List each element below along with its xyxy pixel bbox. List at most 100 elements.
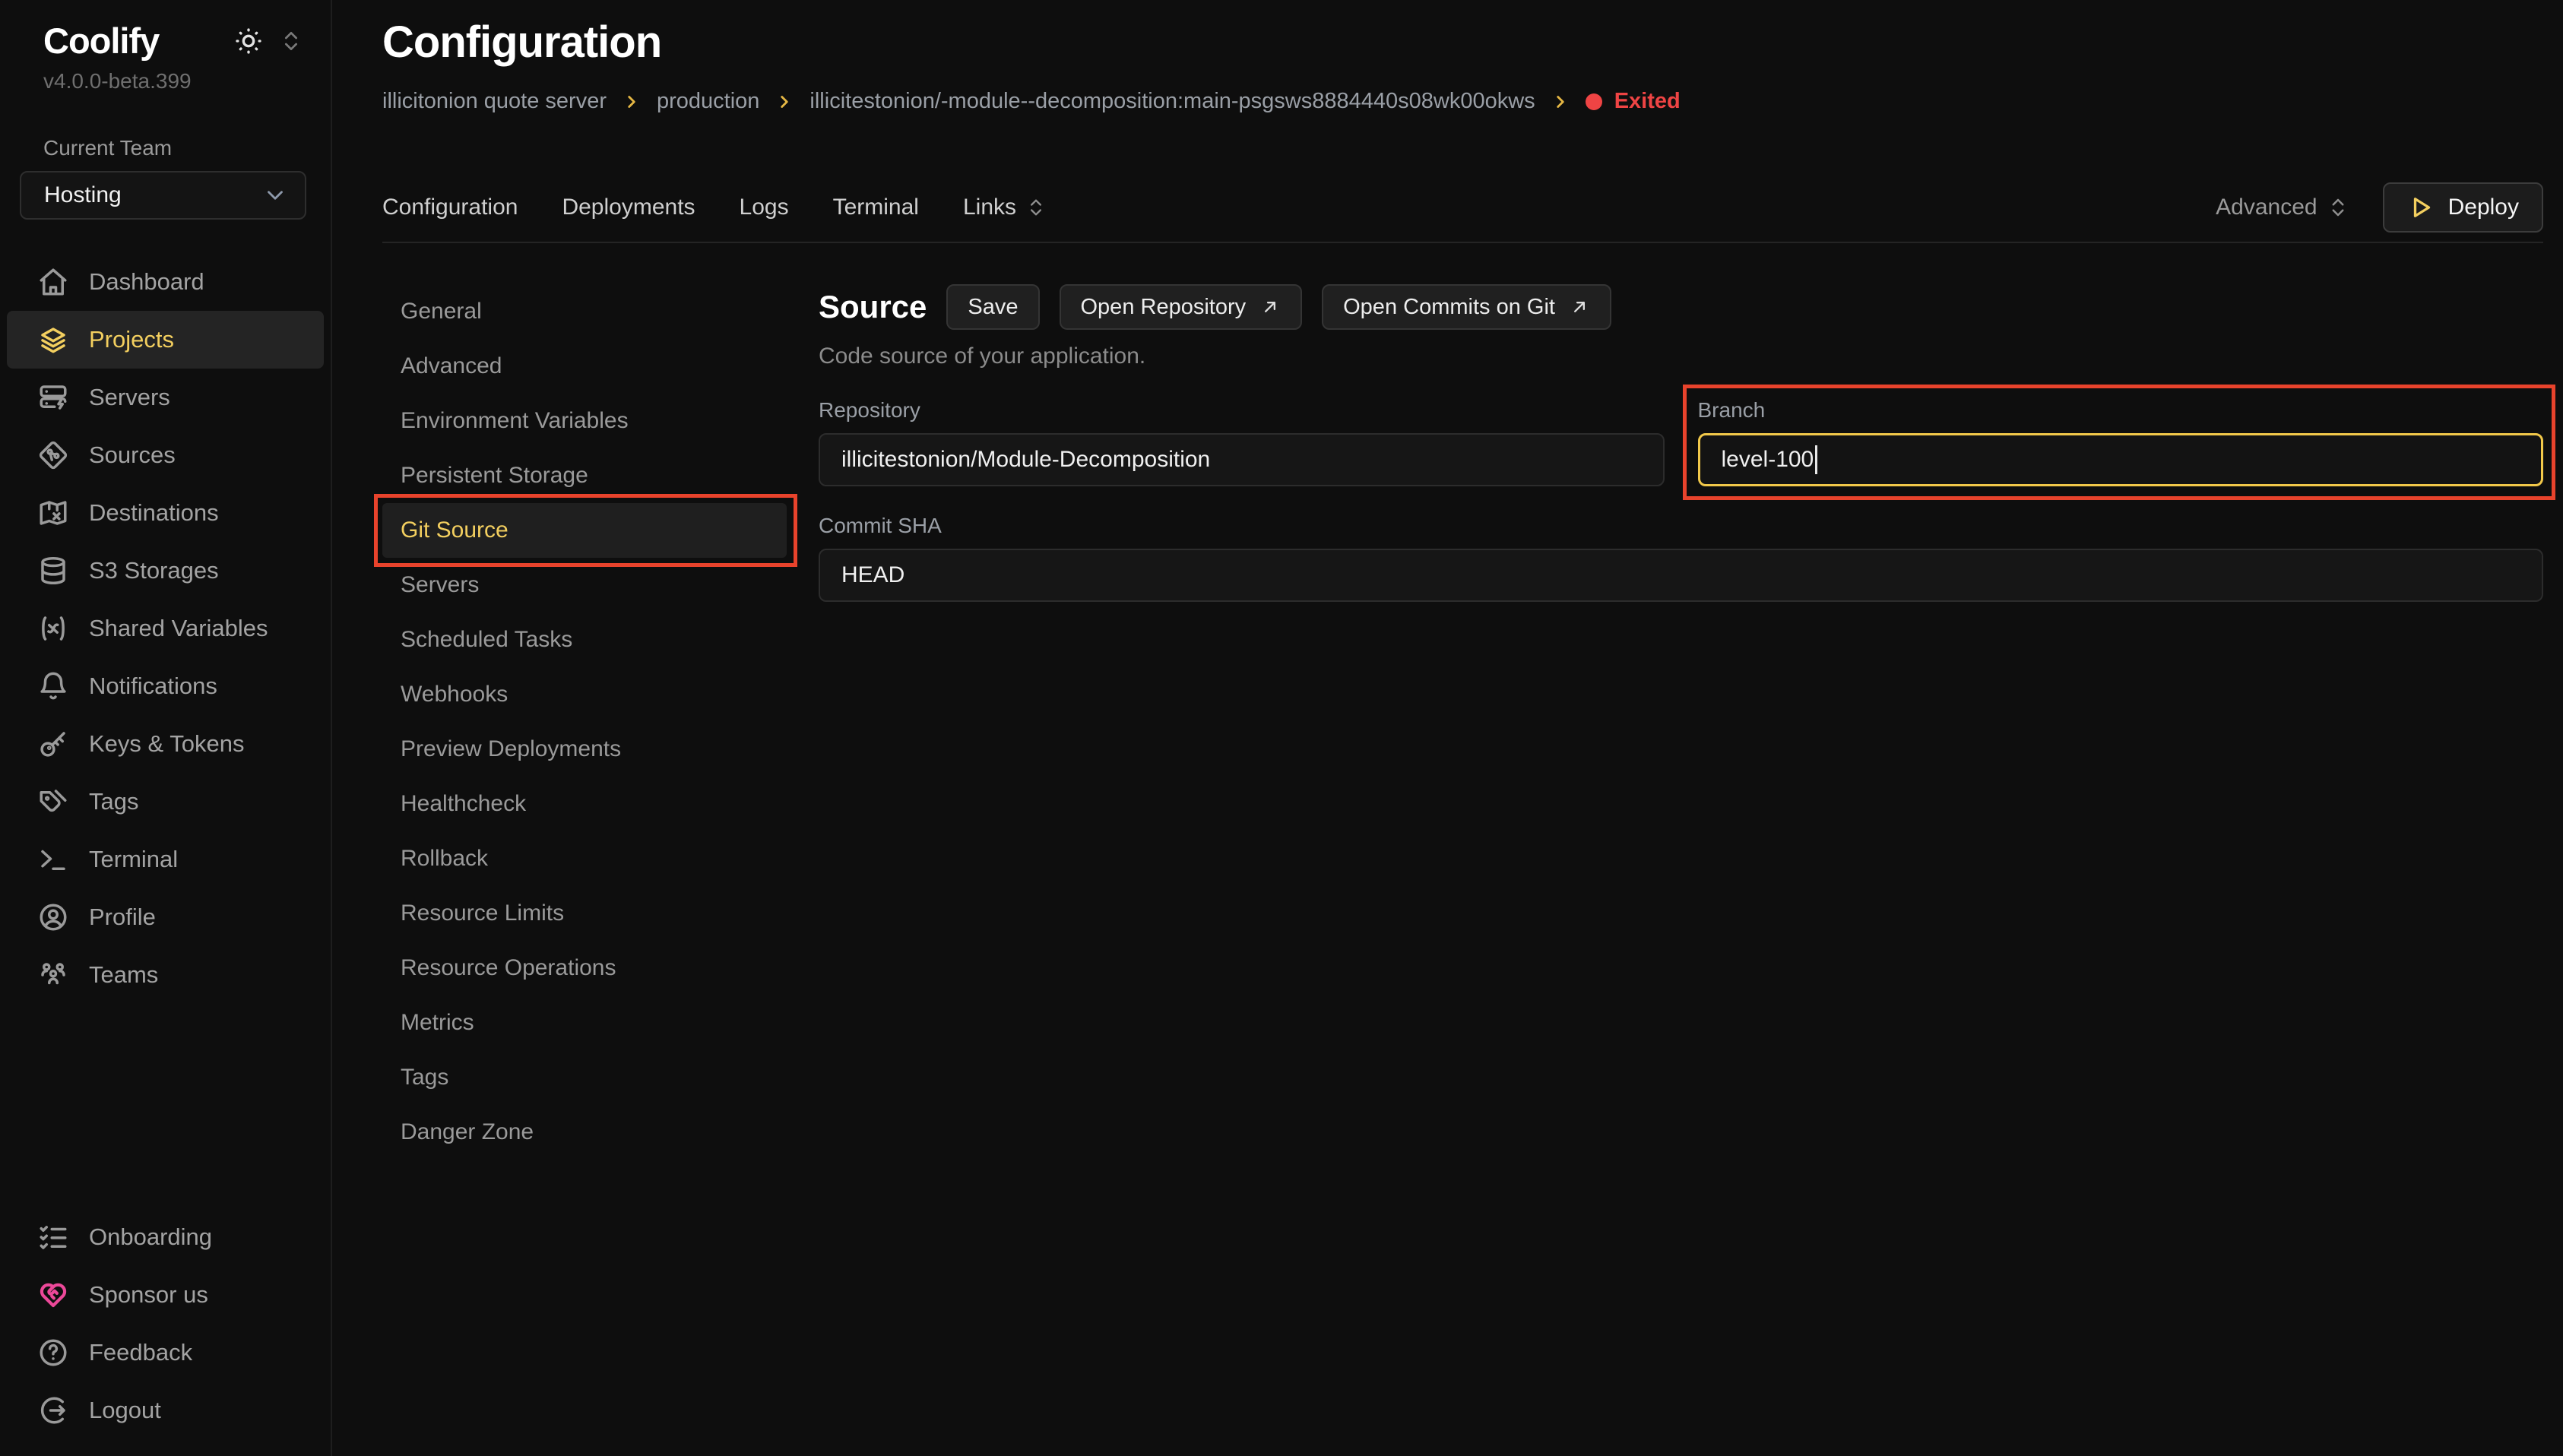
sidebar-item-label: Onboarding bbox=[89, 1223, 212, 1251]
sidebar-item-destinations[interactable]: Destinations bbox=[7, 484, 324, 542]
deploy-label: Deploy bbox=[2448, 195, 2519, 220]
subnav-item-resource-operations[interactable]: Resource Operations bbox=[382, 941, 787, 995]
commit-sha-label: Commit SHA bbox=[819, 514, 2543, 538]
sidebar-item-notifications[interactable]: Notifications bbox=[7, 657, 324, 715]
subnav-item-git-source[interactable]: Git Source bbox=[382, 503, 787, 558]
subnav-item-tags[interactable]: Tags bbox=[382, 1050, 787, 1105]
deploy-button[interactable]: Deploy bbox=[2383, 182, 2543, 233]
sidebar-item-label: Notifications bbox=[89, 673, 217, 700]
advanced-toggle[interactable]: Advanced bbox=[2216, 195, 2349, 220]
save-button[interactable]: Save bbox=[946, 284, 1039, 330]
sidebar-item-keys-tokens[interactable]: Keys & Tokens bbox=[7, 715, 324, 773]
theme-sun-icon[interactable] bbox=[233, 26, 264, 56]
open-repository-label: Open Repository bbox=[1081, 295, 1247, 320]
status-dot-icon bbox=[1586, 93, 1602, 110]
sidebar-item-projects[interactable]: Projects bbox=[7, 311, 324, 369]
sidebar-item-sponsor-us[interactable]: Sponsor us bbox=[7, 1266, 324, 1324]
repository-input[interactable] bbox=[819, 433, 1665, 486]
tab-links[interactable]: Links bbox=[963, 195, 1047, 220]
subnav-item-scheduled-tasks[interactable]: Scheduled Tasks bbox=[382, 612, 787, 667]
open-commits-button[interactable]: Open Commits on Git bbox=[1322, 284, 1611, 330]
subnav-item-metrics[interactable]: Metrics bbox=[382, 995, 787, 1050]
layers-icon bbox=[37, 324, 69, 356]
logout-icon bbox=[37, 1394, 69, 1426]
subnav-item-resource-limits[interactable]: Resource Limits bbox=[382, 886, 787, 941]
terminal-icon bbox=[37, 844, 69, 875]
team-select-value: Hosting bbox=[44, 182, 122, 208]
sidebar-item-tags[interactable]: Tags bbox=[7, 773, 324, 831]
database-icon bbox=[37, 555, 69, 587]
status-text: Exited bbox=[1614, 89, 1681, 114]
sidebar-item-label: Shared Variables bbox=[89, 615, 268, 642]
subnav-item-advanced[interactable]: Advanced bbox=[382, 339, 787, 394]
sidebar-item-feedback[interactable]: Feedback bbox=[7, 1324, 324, 1382]
tab-deployments[interactable]: Deployments bbox=[562, 195, 695, 220]
breadcrumb-chevron-icon bbox=[775, 92, 794, 112]
main-content: Configuration illicitonion quote server … bbox=[334, 17, 2563, 1160]
breadcrumb-chevron-icon bbox=[622, 92, 642, 112]
tab-terminal[interactable]: Terminal bbox=[833, 195, 919, 220]
sidebar-item-profile[interactable]: Profile bbox=[7, 888, 324, 946]
sidebar-item-label: Feedback bbox=[89, 1339, 192, 1366]
sidebar-item-label: Logout bbox=[89, 1397, 161, 1424]
sidebar-item-label: Keys & Tokens bbox=[89, 730, 244, 758]
theme-selector-chevrons-icon[interactable] bbox=[279, 29, 303, 53]
sidebar-item-sources[interactable]: Sources bbox=[7, 426, 324, 484]
config-subnav: General Advanced Environment Variables P… bbox=[382, 284, 787, 1160]
commit-sha-field-group: Commit SHA bbox=[819, 514, 2543, 602]
subnav-item-rollback[interactable]: Rollback bbox=[382, 831, 787, 886]
teams-icon bbox=[37, 959, 69, 991]
page-title: Configuration bbox=[382, 17, 2543, 68]
sidebar-item-label: Tags bbox=[89, 788, 138, 815]
commit-sha-input[interactable] bbox=[819, 549, 2543, 602]
app-version: v4.0.0-beta.399 bbox=[0, 69, 331, 93]
profile-icon bbox=[37, 901, 69, 933]
sidebar-item-terminal[interactable]: Terminal bbox=[7, 831, 324, 888]
branch-field-group: Branch level-100 bbox=[1698, 398, 2544, 486]
subnav-item-persistent-storage[interactable]: Persistent Storage bbox=[382, 448, 787, 503]
text-cursor bbox=[1815, 445, 1817, 474]
sidebar-item-teams[interactable]: Teams bbox=[7, 946, 324, 1004]
breadcrumb-project[interactable]: illicitonion quote server bbox=[382, 89, 607, 114]
subnav-item-environment-variables[interactable]: Environment Variables bbox=[382, 394, 787, 448]
breadcrumb-resource[interactable]: illicitestonion/-module--decomposition:m… bbox=[809, 89, 1535, 114]
open-repository-button[interactable]: Open Repository bbox=[1060, 284, 1303, 330]
tab-logs[interactable]: Logs bbox=[740, 195, 789, 220]
checklist-icon bbox=[37, 1221, 69, 1253]
subnav-item-preview-deployments[interactable]: Preview Deployments bbox=[382, 722, 787, 777]
current-team-label: Current Team bbox=[0, 136, 331, 160]
sidebar: Coolify v4.0.0-beta.399 Current Team Hos… bbox=[0, 0, 332, 1456]
sidebar-footer-nav: Onboarding Sponsor us Feedback Logout bbox=[0, 1208, 331, 1439]
sidebar-item-logout[interactable]: Logout bbox=[7, 1382, 324, 1439]
sidebar-item-label: Dashboard bbox=[89, 268, 204, 296]
subnav-item-danger-zone[interactable]: Danger Zone bbox=[382, 1105, 787, 1160]
subnav-item-healthcheck[interactable]: Healthcheck bbox=[382, 777, 787, 831]
sidebar-item-s3-storages[interactable]: S3 Storages bbox=[7, 542, 324, 600]
subnav-item-webhooks[interactable]: Webhooks bbox=[382, 667, 787, 722]
sidebar-item-servers[interactable]: Servers bbox=[7, 369, 324, 426]
sidebar-nav: Dashboard Projects Servers Sources bbox=[0, 253, 331, 1004]
app-logo: Coolify bbox=[43, 20, 159, 62]
sidebar-item-shared-variables[interactable]: Shared Variables bbox=[7, 600, 324, 657]
subnav-item-servers[interactable]: Servers bbox=[382, 558, 787, 612]
sidebar-item-label: Sources bbox=[89, 442, 176, 469]
external-link-icon bbox=[1259, 296, 1281, 318]
repository-label: Repository bbox=[819, 398, 1665, 423]
branch-label: Branch bbox=[1698, 398, 2544, 423]
tab-configuration[interactable]: Configuration bbox=[382, 195, 518, 220]
branch-value: level-100 bbox=[1722, 447, 1814, 473]
sidebar-item-onboarding[interactable]: Onboarding bbox=[7, 1208, 324, 1266]
team-select[interactable]: Hosting bbox=[20, 171, 306, 220]
breadcrumb-environment[interactable]: production bbox=[657, 89, 759, 114]
subnav-item-label: Git Source bbox=[401, 518, 508, 543]
subnav-item-general[interactable]: General bbox=[382, 284, 787, 339]
branch-input[interactable]: level-100 bbox=[1698, 433, 2544, 486]
sidebar-item-dashboard[interactable]: Dashboard bbox=[7, 253, 324, 311]
breadcrumb: illicitonion quote server production ill… bbox=[382, 89, 2543, 114]
tags-icon bbox=[37, 786, 69, 818]
home-icon bbox=[37, 266, 69, 298]
git-source-panel: Source Save Open Repository Open Commits… bbox=[819, 284, 2543, 1160]
sidebar-item-label: Destinations bbox=[89, 499, 219, 527]
chevron-down-icon bbox=[262, 182, 288, 208]
external-link-icon bbox=[1569, 296, 1590, 318]
